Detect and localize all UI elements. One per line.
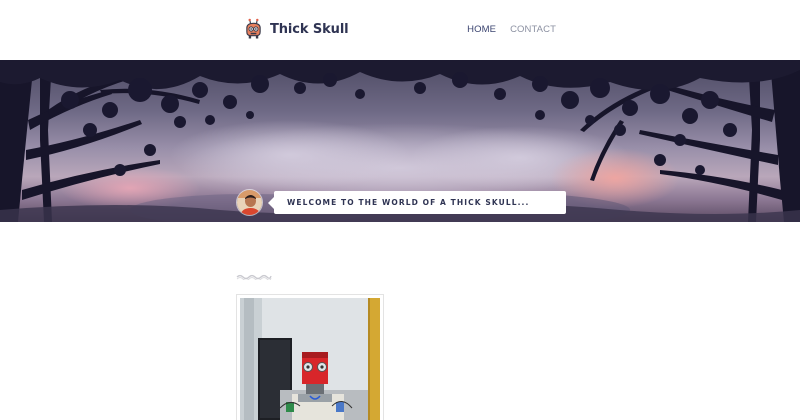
post-thumbnail-link[interactable] — [236, 294, 384, 420]
wave-divider-icon — [236, 274, 272, 280]
site-brand-link[interactable]: Thick Skull — [244, 15, 349, 43]
main-nav: HOME CONTACT — [467, 24, 556, 36]
author-avatar — [236, 188, 263, 216]
person-icon — [237, 189, 262, 215]
main-content — [236, 266, 566, 420]
hero-banner: WELCOME TO THE WORLD OF A THICK SKULL... — [0, 60, 800, 222]
site-tagline: WELCOME TO THE WORLD OF A THICK SKULL... — [287, 197, 530, 207]
tagline-bubble: WELCOME TO THE WORLD OF A THICK SKULL... — [268, 190, 566, 214]
tagline-row: WELCOME TO THE WORLD OF A THICK SKULL... — [236, 187, 566, 217]
nav-item-contact[interactable]: CONTACT — [510, 24, 556, 36]
nav-item-home[interactable]: HOME — [467, 24, 496, 36]
skull-robot-icon — [246, 18, 261, 39]
site-header: Thick Skull HOME CONTACT — [0, 0, 800, 60]
robot-photo — [240, 298, 380, 420]
site-title: Thick Skull — [270, 21, 349, 37]
